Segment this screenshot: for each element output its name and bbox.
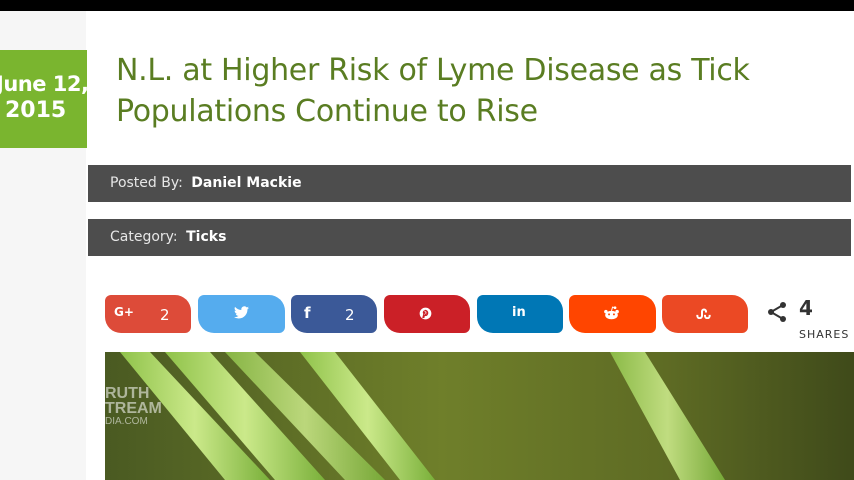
facebook-icon: f: [304, 304, 311, 322]
post-date-month-day: June 12,: [0, 72, 87, 96]
watermark: RUTH TREAM DIA.COM: [105, 386, 162, 428]
posted-by-label: Posted By:: [110, 175, 183, 191]
share-total: 4 SHARES: [766, 296, 854, 344]
post-date-year: 2015: [5, 98, 67, 123]
pinterest-icon: [419, 307, 432, 320]
share-pinterest-button[interactable]: [384, 295, 470, 333]
top-bar: [0, 0, 854, 11]
category-label: Category:: [110, 229, 178, 245]
share-reddit-button[interactable]: [569, 295, 656, 333]
share-linkedin-button[interactable]: in: [477, 295, 563, 333]
share-icon: [768, 302, 786, 322]
share-google-plus-count: 2: [160, 306, 170, 324]
share-twitter-button[interactable]: [198, 295, 285, 333]
stumbleupon-icon: [696, 308, 711, 319]
category-link[interactable]: Ticks: [186, 229, 226, 245]
share-total-count: 4: [799, 296, 813, 320]
watermark-line3: DIA.COM: [105, 416, 148, 427]
linkedin-icon: in: [512, 305, 526, 320]
reddit-icon: [604, 306, 619, 320]
featured-image: RUTH TREAM DIA.COM: [105, 352, 854, 480]
post-date-badge: June 12, 2015: [0, 50, 87, 148]
google-plus-icon: G+: [114, 305, 134, 319]
share-stumbleupon-button[interactable]: [662, 295, 748, 333]
share-facebook-count: 2: [345, 306, 355, 324]
watermark-line1: RUTH: [105, 385, 150, 402]
share-total-label: SHARES: [799, 328, 850, 341]
author-link[interactable]: Daniel Mackie: [191, 175, 301, 191]
grass-photo: [105, 352, 854, 480]
posted-by-bar: Posted By: Daniel Mackie: [88, 165, 851, 202]
article-title: N.L. at Higher Risk of Lyme Disease as T…: [116, 53, 750, 129]
share-google-plus-button[interactable]: G+ 2: [105, 295, 191, 333]
share-facebook-button[interactable]: f 2: [291, 295, 377, 333]
watermark-line2: TREAM: [105, 400, 162, 417]
category-bar: Category: Ticks: [88, 219, 851, 256]
twitter-bird-icon: [234, 306, 249, 319]
